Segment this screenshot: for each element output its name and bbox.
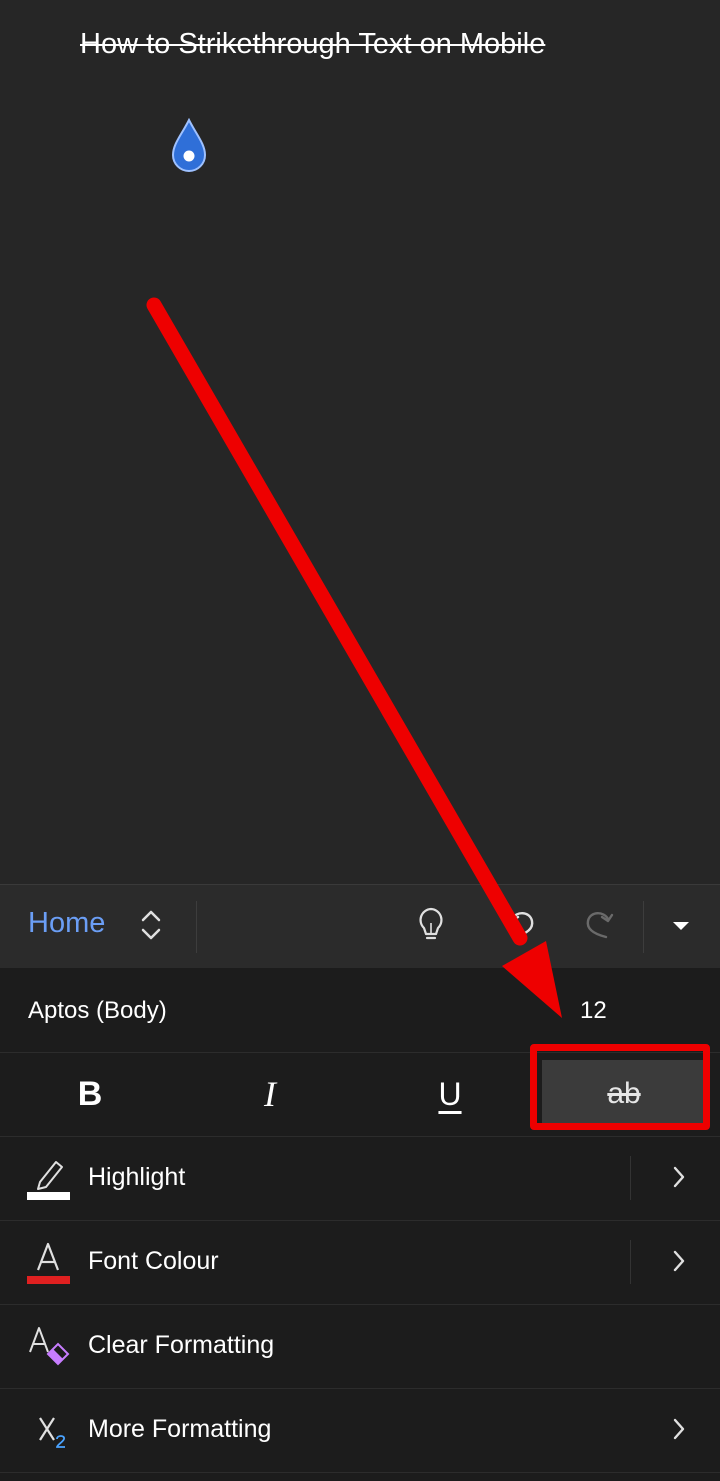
collapse-ribbon-icon[interactable] [668, 913, 694, 944]
font-size-dropdown[interactable]: 12 [580, 997, 607, 1025]
bold-button[interactable]: B [0, 1052, 180, 1136]
list-item-font-colour[interactable]: Font Colour [0, 1220, 720, 1305]
list-item-label: Font Colour [88, 1247, 219, 1275]
clear-formatting-icon [26, 1322, 72, 1375]
undo-icon[interactable] [502, 905, 538, 950]
italic-button[interactable]: I [180, 1052, 360, 1136]
document-canvas[interactable]: How to Strikethrough Text on Mobile [0, 0, 720, 884]
underline-button[interactable]: U [360, 1052, 540, 1136]
list-item-label: Clear Formatting [88, 1331, 275, 1359]
font-row: Aptos (Body) 12 [0, 968, 720, 1053]
list-item-clear-formatting[interactable]: Clear Formatting [0, 1304, 720, 1389]
lightbulb-icon[interactable] [414, 905, 448, 950]
chevron-right-icon[interactable] [668, 1162, 690, 1197]
list-item-more-formatting[interactable]: More Formatting [0, 1388, 720, 1473]
cursor-handle-icon[interactable] [170, 117, 208, 179]
highlight-icon [26, 1154, 72, 1207]
font-colour-icon [26, 1238, 72, 1291]
chevron-right-icon[interactable] [668, 1246, 690, 1281]
formatting-panel: Aptos (Body) 12 B I U ab Highlight Font … [0, 968, 720, 1481]
ribbon-divider [643, 901, 644, 953]
ribbon-bar: Home [0, 884, 720, 970]
row-divider [630, 1240, 631, 1284]
document-text[interactable]: How to Strikethrough Text on Mobile [80, 16, 600, 72]
subscript-icon [26, 1406, 72, 1459]
list-item-label: More Formatting [88, 1415, 272, 1443]
font-name-dropdown[interactable]: Aptos (Body) [28, 997, 167, 1025]
tab-home[interactable]: Home [28, 907, 105, 940]
list-item-highlight[interactable]: Highlight [0, 1136, 720, 1221]
redo-icon[interactable] [582, 905, 618, 950]
tab-switch-icon[interactable] [138, 907, 164, 948]
chevron-right-icon[interactable] [668, 1414, 690, 1449]
list-item-label: Highlight [88, 1163, 186, 1191]
row-divider [630, 1156, 631, 1200]
ribbon-divider [196, 901, 197, 953]
annotation-highlight-box [530, 1044, 710, 1130]
